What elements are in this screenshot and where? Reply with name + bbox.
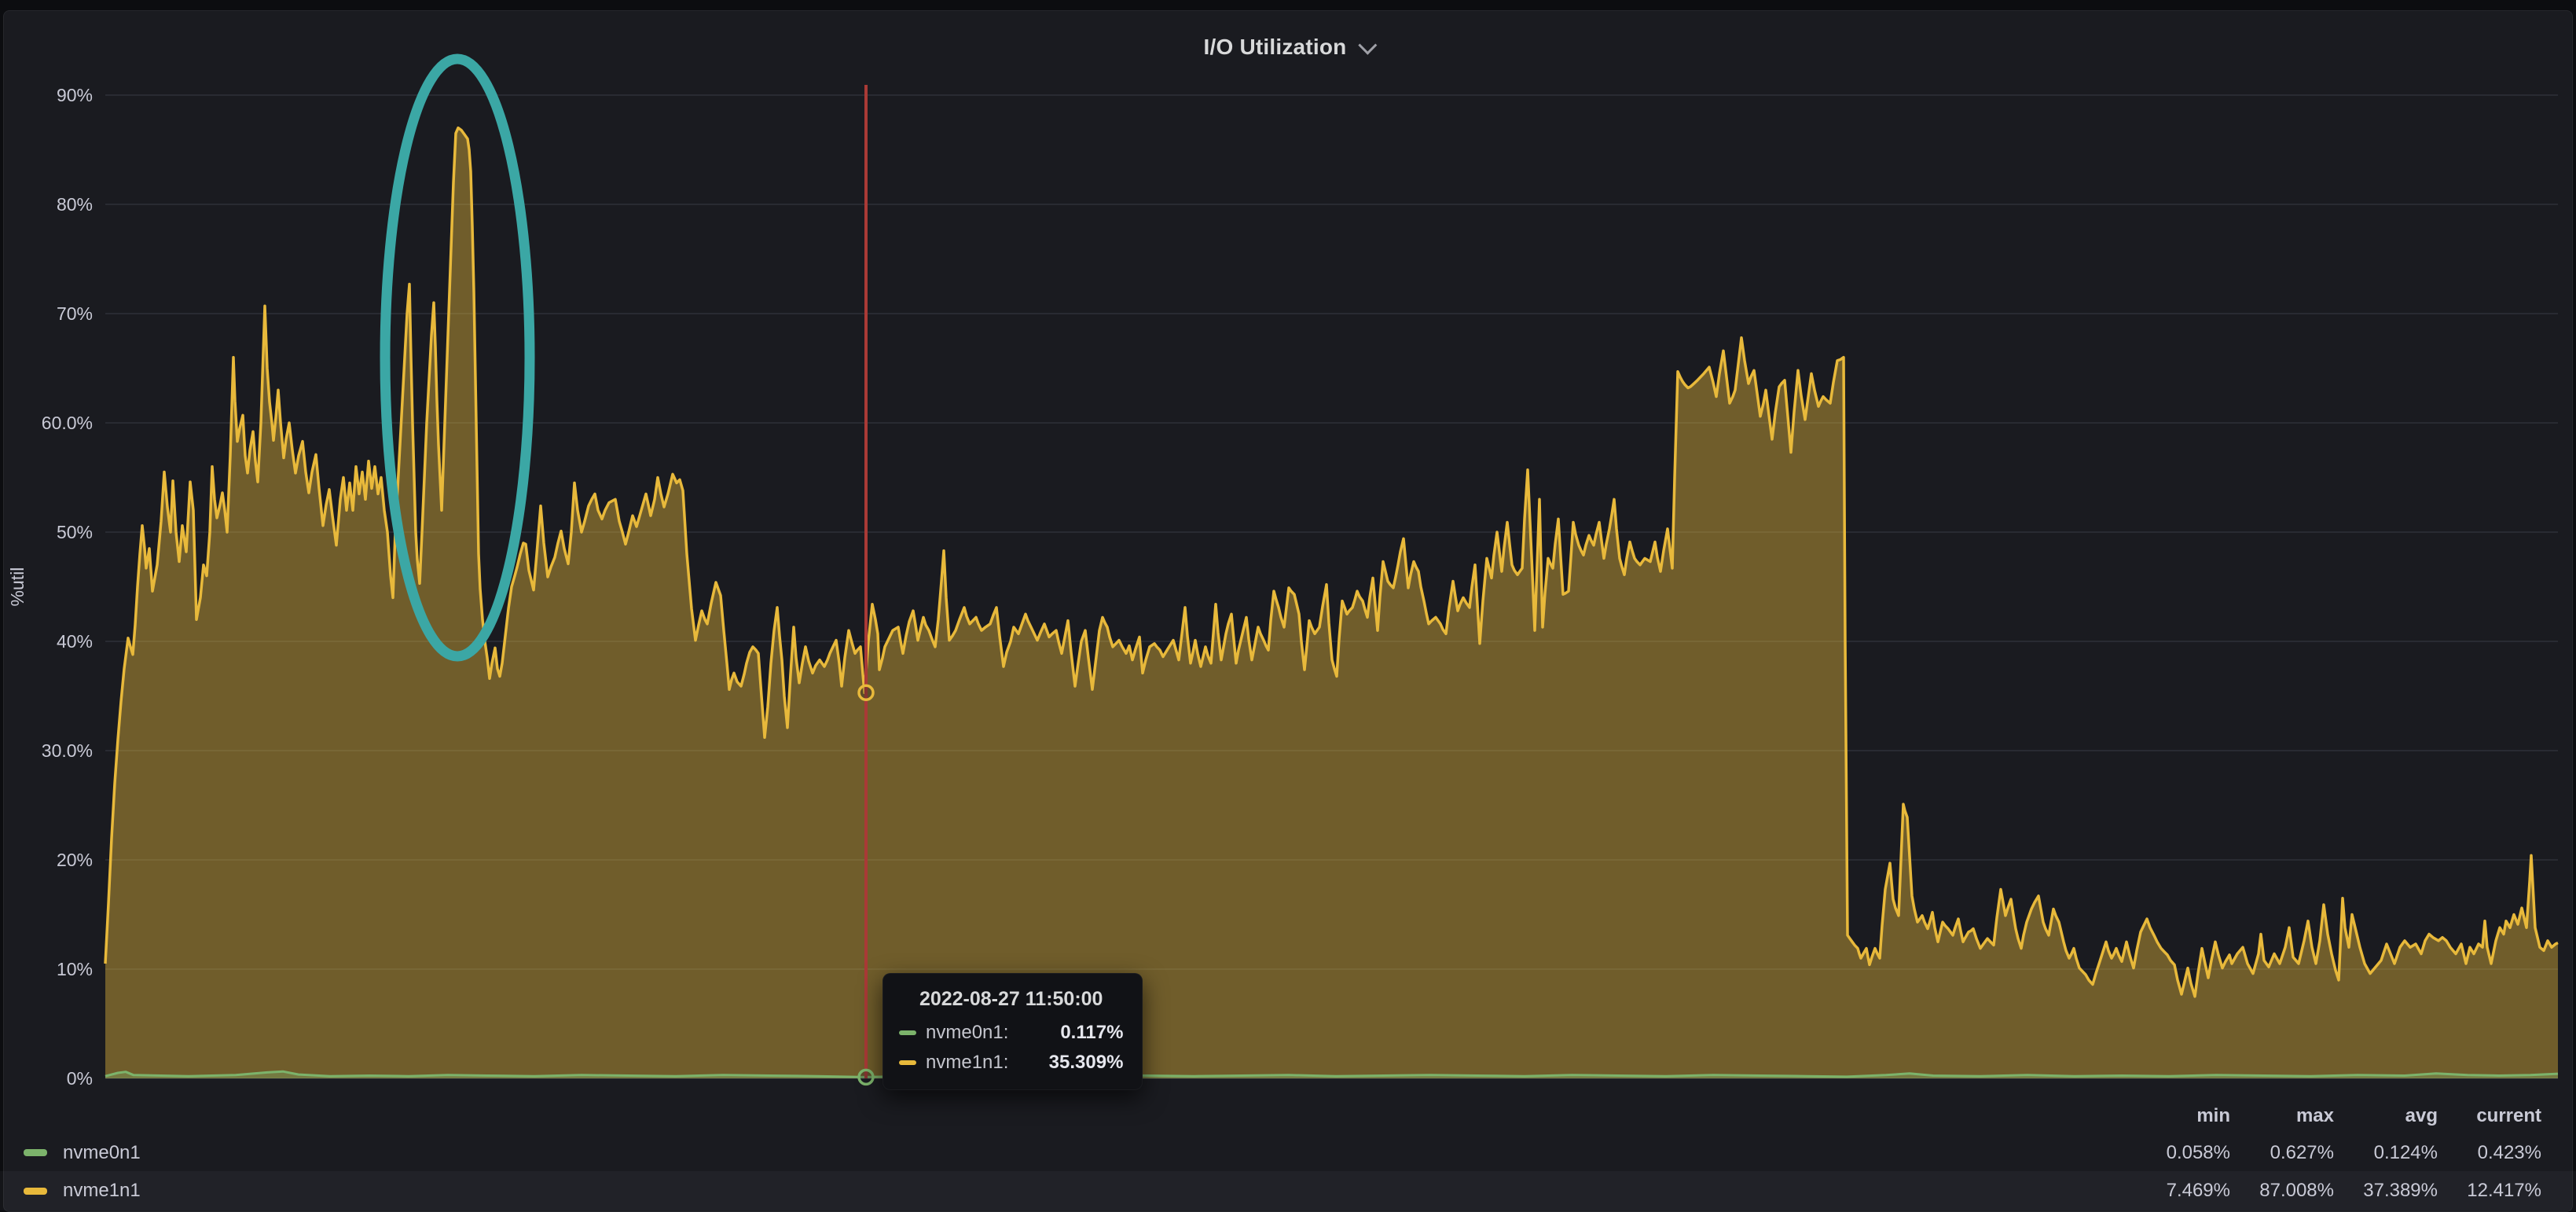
- legend-row-nvme1n1[interactable]: nvme1n1 7.469%87.008%37.389%12.417%: [0, 1171, 2576, 1210]
- legend-series-name[interactable]: nvme0n1: [63, 1142, 141, 1164]
- tooltip-series-row: nvme0n1:0.117%: [899, 1022, 1123, 1044]
- y-axis-tick: 20%: [57, 850, 93, 870]
- hover-tooltip: 2022-08-27 11:50:00 nvme0n1:0.117%nvme1n…: [883, 973, 1143, 1090]
- legend-column-header-current[interactable]: current: [2438, 1105, 2541, 1127]
- series-color-swatch-icon[interactable]: [24, 1188, 47, 1195]
- legend-column-header-min[interactable]: min: [2126, 1105, 2230, 1127]
- legend-stat-value: 0.627%: [2230, 1142, 2334, 1164]
- legend-stat-value: 87.008%: [2230, 1180, 2334, 1202]
- y-axis-tick: 10%: [57, 959, 93, 979]
- legend-series-name[interactable]: nvme1n1: [63, 1180, 141, 1202]
- tooltip-series-row: nvme1n1:35.309%: [899, 1052, 1123, 1074]
- tooltip-series-value: 0.117%: [1008, 1022, 1123, 1044]
- series-color-dash-icon: [899, 1030, 916, 1035]
- panel-title-menu[interactable]: I/O Utilization: [0, 35, 2576, 60]
- tooltip-series-name: nvme1n1:: [926, 1052, 1008, 1074]
- legend-rows: nvme0n1 0.058%0.627%0.124%0.423% nvme1n1 7.…: [0, 1134, 2576, 1210]
- y-axis-tick: 60.0%: [42, 413, 93, 433]
- legend-stat-value: 7.469%: [2126, 1180, 2230, 1202]
- panel-title: I/O Utilization: [1204, 35, 1347, 60]
- y-axis-tick: 80%: [57, 194, 93, 215]
- chevron-down-icon: [1359, 35, 1378, 54]
- y-axis-tick: 40%: [57, 631, 93, 652]
- y-axis-tick: 0%: [67, 1068, 93, 1089]
- series-color-swatch-icon[interactable]: [24, 1149, 47, 1156]
- legend: minmaxavgcurrent nvme0n1 0.058%0.627%0.12…: [0, 1097, 2576, 1210]
- y-axis-tick: 30.0%: [42, 740, 93, 761]
- tooltip-timestamp: 2022-08-27 11:50:00: [899, 988, 1123, 1011]
- y-axis-tick: 50%: [57, 522, 93, 542]
- io-utilization-chart[interactable]: 0% 10% 20% 30.0% 40% 50% 60.0% 70% 80% 90% %util: [0, 0, 2576, 1212]
- y-axis-tick: 90%: [57, 85, 93, 105]
- legend-stat-value: 0.058%: [2126, 1142, 2230, 1164]
- tooltip-rows: nvme0n1:0.117%nvme1n1:35.309%: [899, 1022, 1123, 1074]
- legend-column-header-avg[interactable]: avg: [2334, 1105, 2438, 1127]
- y-axis-tick: 70%: [57, 303, 93, 324]
- hover-marker-nvme1n1: [859, 685, 873, 700]
- legend-row-nvme0n1[interactable]: nvme0n1 0.058%0.627%0.124%0.423%: [0, 1134, 2576, 1171]
- legend-stat-value: 12.417%: [2438, 1180, 2541, 1202]
- hover-marker-nvme0n1: [859, 1070, 873, 1084]
- tooltip-series-value: 35.309%: [1008, 1052, 1123, 1074]
- legend-header-row: minmaxavgcurrent: [0, 1097, 2576, 1134]
- tooltip-series-name: nvme0n1:: [926, 1022, 1008, 1044]
- legend-stat-value: 0.124%: [2334, 1142, 2438, 1164]
- legend-column-header-max[interactable]: max: [2230, 1105, 2334, 1127]
- legend-stat-value: 0.423%: [2438, 1142, 2541, 1164]
- y-axis-title: %util: [7, 567, 28, 607]
- series-color-dash-icon: [899, 1060, 916, 1065]
- legend-stat-value: 37.389%: [2334, 1180, 2438, 1202]
